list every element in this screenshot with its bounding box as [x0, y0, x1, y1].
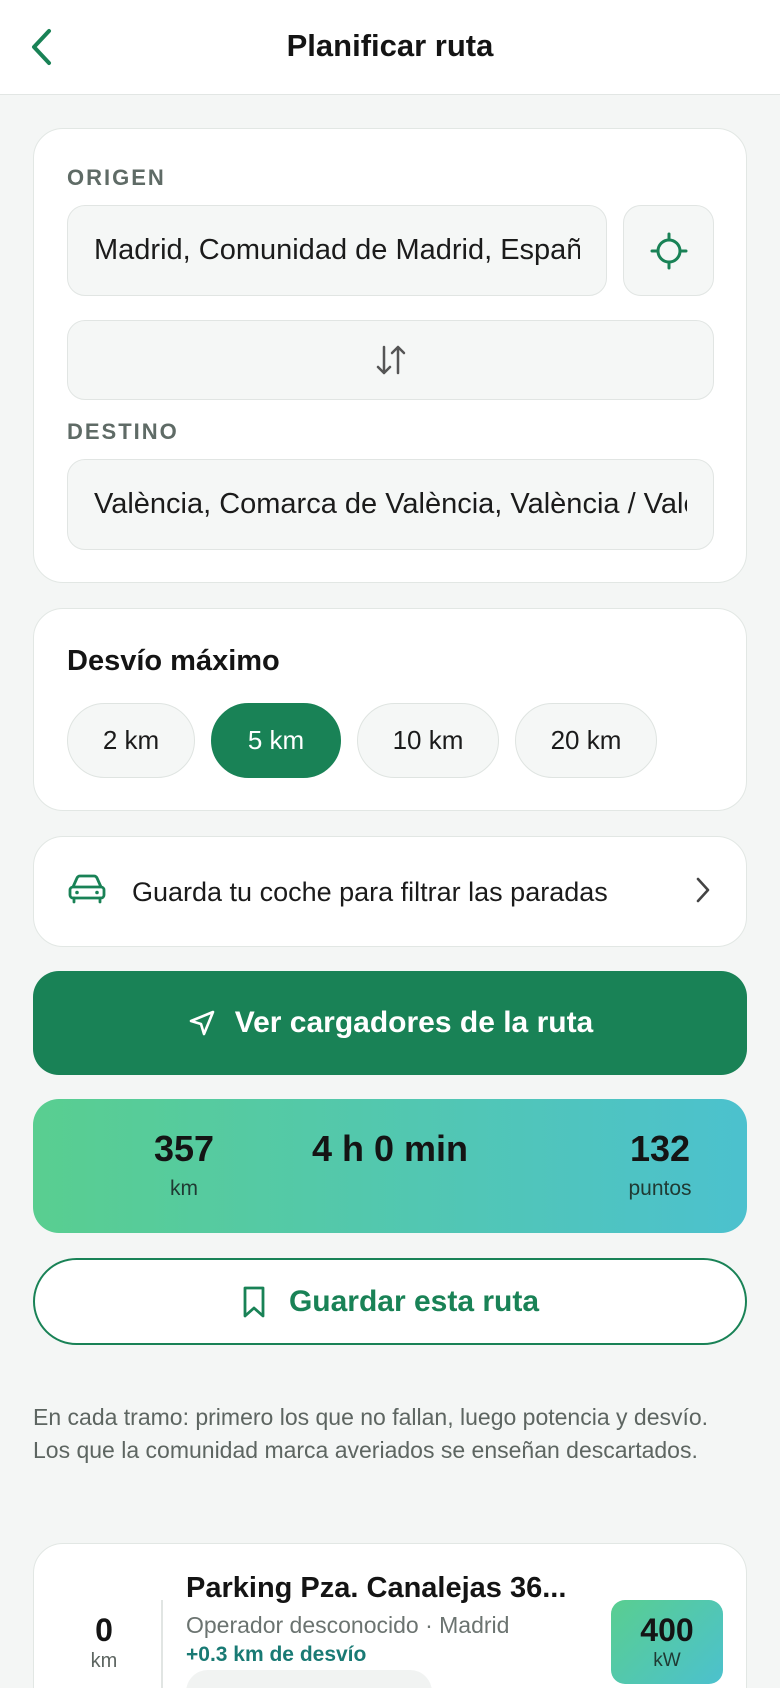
distance-value: 357: [153, 1128, 215, 1169]
power-unit: kW: [653, 1650, 681, 1671]
power-badge: 400 kW: [611, 1600, 723, 1684]
app-header: Planificar ruta: [0, 0, 780, 95]
detour-card: Desvío máximo 2 km 5 km 10 km 20 km: [33, 608, 747, 811]
station-name: Parking Pza. Canalejas 36...: [186, 1572, 567, 1604]
origin-label: ORIGEN: [67, 165, 166, 190]
save-route-label: Guardar esta ruta: [288, 1284, 540, 1318]
bookmark-icon: [243, 1286, 265, 1317]
duration-stat: 4 h 0 min: [270, 1131, 510, 1167]
station-divider: [161, 1600, 163, 1688]
navigation-arrow-icon: [189, 1010, 215, 1036]
destination-input-value: València, Comarca de València, València …: [94, 488, 687, 520]
station-distance: 0 km: [74, 1614, 134, 1673]
station-card[interactable]: 0 km Parking Pza. Canalejas 36... Operad…: [33, 1543, 747, 1688]
station-distance-value: 0: [95, 1612, 113, 1648]
detour-option-10km[interactable]: 10 km: [357, 703, 499, 778]
save-car-label: Guarda tu coche para filtrar las paradas: [132, 877, 608, 907]
save-car-prompt[interactable]: Guarda tu coche para filtrar las paradas: [33, 836, 747, 947]
distance-unit: km: [170, 1177, 198, 1200]
distance-stat: 357 km: [64, 1131, 304, 1201]
swap-button[interactable]: [67, 320, 714, 400]
station-distance-unit: km: [90, 1650, 118, 1672]
detour-option-2km[interactable]: 2 km: [67, 703, 195, 778]
destination-label: DESTINO: [67, 419, 179, 444]
save-route-button[interactable]: Guardar esta ruta: [33, 1258, 747, 1345]
sorting-info-text: En cada tramo: primero los que no fallan…: [33, 1404, 709, 1463]
crosshair-icon: [650, 232, 687, 269]
points-stat: 132 puntos: [540, 1131, 780, 1201]
destination-input[interactable]: València, Comarca de València, València …: [67, 459, 714, 550]
points-value: 132: [629, 1128, 691, 1169]
detour-option-5km[interactable]: 5 km: [211, 703, 341, 778]
route-summary: 357 km 4 h 0 min 132 puntos: [33, 1099, 747, 1233]
chevron-right-icon: [696, 877, 710, 903]
locate-button[interactable]: [623, 205, 714, 296]
view-route-chargers-button[interactable]: Ver cargadores de la ruta: [33, 971, 747, 1075]
page-title: Planificar ruta: [286, 28, 494, 63]
duration-value: 4 h 0 min: [311, 1128, 469, 1169]
origin-input[interactable]: Madrid, Comunidad de Madrid, España: [67, 205, 607, 296]
swap-arrows-icon: [376, 345, 405, 375]
station-detour: +0.3 km de desvío: [186, 1643, 367, 1666]
route-card: ORIGEN Madrid, Comunidad de Madrid, Espa…: [33, 128, 747, 583]
detour-option-20km[interactable]: 20 km: [515, 703, 657, 778]
car-icon: [68, 874, 106, 904]
station-status-pill: [186, 1670, 432, 1688]
detour-title: Desvío máximo: [67, 645, 280, 677]
origin-input-value: Madrid, Comunidad de Madrid, España: [94, 234, 580, 266]
station-subtitle: Operador desconocido · Madrid: [186, 1612, 510, 1638]
points-unit: puntos: [628, 1177, 692, 1200]
view-route-chargers-label: Ver cargadores de la ruta: [234, 1006, 594, 1039]
power-value: 400: [640, 1612, 694, 1648]
